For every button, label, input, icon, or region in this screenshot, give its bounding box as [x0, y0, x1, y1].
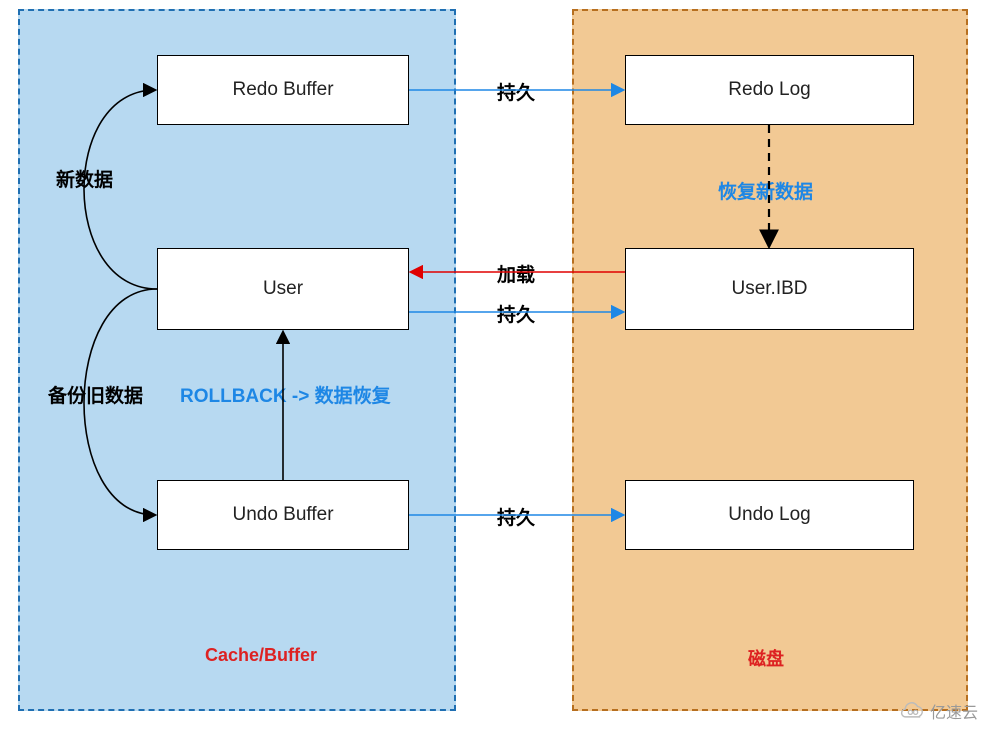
edge-label-rollback: ROLLBACK -> 数据恢复 — [180, 381, 391, 408]
edge-label-load: 加载 — [497, 260, 535, 287]
node-undo-log: Undo Log — [625, 480, 914, 550]
node-label: Redo Log — [728, 79, 810, 101]
region-label-disk: 磁盘 — [748, 645, 784, 671]
node-undo-buffer: Undo Buffer — [157, 480, 409, 550]
node-redo-buffer: Redo Buffer — [157, 55, 409, 125]
node-label: User — [263, 278, 303, 300]
edge-label-persist-3: 持久 — [497, 503, 535, 530]
edge-label-persist-2: 持久 — [497, 300, 535, 327]
node-user: User — [157, 248, 409, 330]
node-label: User.IBD — [731, 278, 807, 300]
node-redo-log: Redo Log — [625, 55, 914, 125]
watermark-text: 亿速云 — [930, 699, 978, 723]
edge-label-new-data: 新数据 — [56, 165, 113, 192]
edge-label-persist-1: 持久 — [497, 78, 535, 105]
edge-label-recover-new: 恢复新数据 — [718, 177, 813, 204]
edge-label-backup-old: 备份旧数据 — [48, 381, 143, 408]
node-label: Redo Buffer — [232, 79, 333, 101]
watermark: 亿速云 — [900, 699, 978, 723]
node-label: Undo Log — [728, 504, 810, 526]
node-user-ibd: User.IBD — [625, 248, 914, 330]
node-label: Undo Buffer — [232, 504, 333, 526]
region-label-cache: Cache/Buffer — [205, 645, 317, 666]
cloud-icon — [900, 701, 926, 721]
